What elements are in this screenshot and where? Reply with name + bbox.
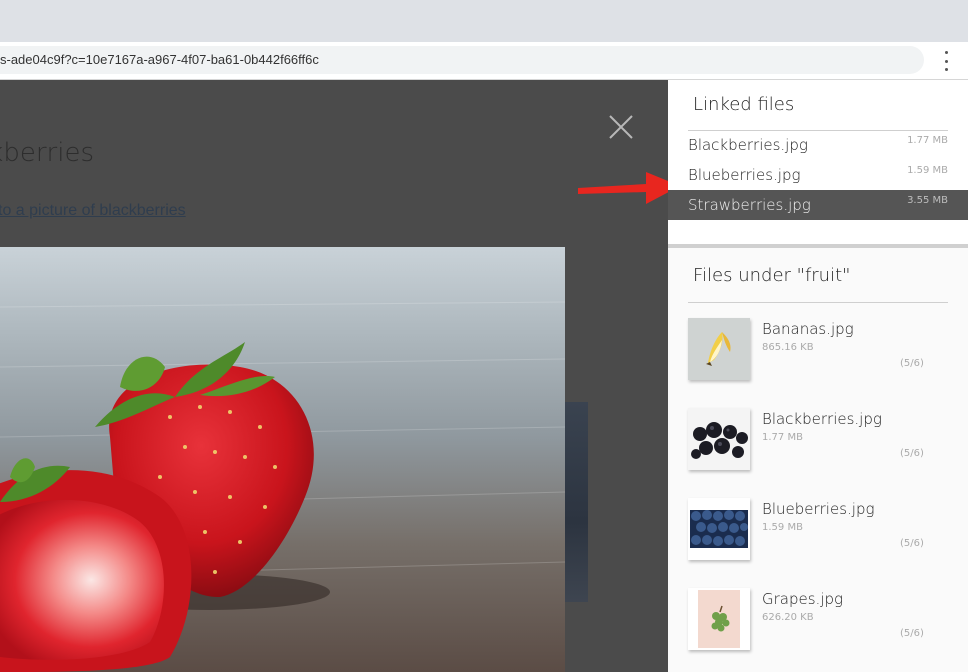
- page-title: ckberries: [0, 138, 94, 168]
- close-icon[interactable]: [606, 112, 636, 142]
- file-count: (5/6): [900, 448, 924, 459]
- linked-file-item[interactable]: Blueberries.jpg 1.59 MB: [668, 160, 968, 190]
- linked-file-size: 3.55 MB: [907, 195, 948, 206]
- file-count: (5/6): [900, 538, 924, 549]
- linked-file-item[interactable]: Blackberries.jpg 1.77 MB: [668, 130, 968, 160]
- browser-menu-icon[interactable]: [938, 51, 954, 71]
- file-name: Bananas.jpg: [762, 320, 854, 338]
- file-count: (5/6): [900, 358, 924, 369]
- linked-file-name: Blackberries.jpg: [688, 136, 808, 154]
- fruit-files-title: Files under "fruit": [693, 265, 851, 286]
- grapes-thumbnail-icon: [688, 588, 750, 650]
- linked-file-item-active[interactable]: Strawberries.jpg 3.55 MB: [668, 190, 968, 220]
- fruit-files-section: Files under "fruit" Bananas.jpg 865.16 K…: [668, 248, 968, 672]
- file-size: 865.16 KB: [762, 342, 814, 353]
- linked-files-title: Linked files: [693, 94, 795, 115]
- linked-file-size: 1.59 MB: [907, 165, 948, 176]
- file-size: 1.59 MB: [762, 522, 803, 533]
- strawberries-image: [0, 247, 565, 672]
- linked-file-size: 1.77 MB: [907, 135, 948, 146]
- annotation-arrow-icon: [578, 172, 668, 204]
- blueberries-thumbnail-icon: [688, 498, 750, 560]
- file-name: Blackberries.jpg: [762, 410, 882, 428]
- blackberries-thumbnail-icon: [688, 408, 750, 470]
- file-sidebar: Linked files Blackberries.jpg 1.77 MB Bl…: [668, 80, 968, 672]
- banana-thumbnail-icon: [688, 318, 750, 380]
- file-card[interactable]: Grapes.jpg 626.20 KB (5/6): [688, 588, 948, 652]
- divider: [688, 302, 948, 303]
- address-bar[interactable]: s-ade04c9f?c=10e7167a-a967-4f07-ba61-0b4…: [0, 46, 924, 74]
- file-card[interactable]: Bananas.jpg 865.16 KB (5/6): [688, 318, 948, 382]
- file-card[interactable]: Blackberries.jpg 1.77 MB (5/6): [688, 408, 948, 472]
- file-size: 626.20 KB: [762, 612, 814, 623]
- linked-file-name: Strawberries.jpg: [688, 196, 811, 214]
- file-name: Blueberries.jpg: [762, 500, 875, 518]
- file-count: (5/6): [900, 628, 924, 639]
- file-name: Grapes.jpg: [762, 590, 844, 608]
- file-card[interactable]: Blueberries.jpg 1.59 MB (5/6): [688, 498, 948, 562]
- page-overlay: ckberries to a picture of blackberries: [0, 80, 668, 672]
- strawberries-photo: [0, 247, 565, 672]
- linked-file-name: Blueberries.jpg: [688, 166, 801, 184]
- browser-toolbar: s-ade04c9f?c=10e7167a-a967-4f07-ba61-0b4…: [0, 42, 968, 80]
- file-size: 1.77 MB: [762, 432, 803, 443]
- browser-tab-strip: [0, 0, 968, 42]
- page-link[interactable]: to a picture of blackberries: [0, 202, 186, 220]
